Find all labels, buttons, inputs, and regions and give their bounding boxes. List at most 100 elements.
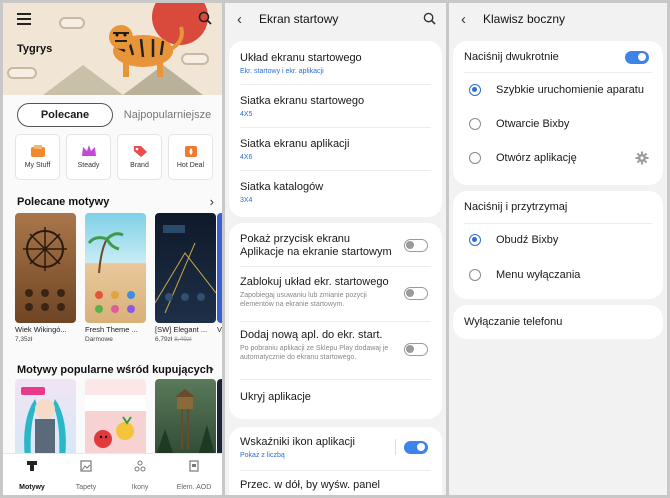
tab-popular[interactable]: Najpopularniejsze	[121, 103, 214, 127]
divider	[464, 72, 652, 73]
wallpaper-icon	[80, 460, 92, 472]
divider	[240, 84, 431, 85]
theme-name: V	[217, 325, 222, 334]
icons-icon	[134, 460, 146, 472]
category-my-stuff[interactable]: My Stuff	[15, 134, 60, 180]
tag-icon	[133, 146, 147, 157]
compass-emblem	[23, 227, 67, 311]
side-key-settings: ‹ Klawisz boczny Naciśnij dwukrotnie Szy…	[449, 3, 667, 495]
anime-character	[21, 387, 66, 459]
search-icon[interactable]	[198, 11, 212, 25]
back-arrow-icon[interactable]: ‹	[461, 12, 466, 27]
divider	[240, 266, 431, 267]
setting-home-grid[interactable]: Siatka ekranu startowego 4X5	[240, 95, 431, 118]
option-quick-camera[interactable]: Szybkie uruchomienie aparatu	[496, 84, 644, 96]
back-arrow-icon[interactable]: ‹	[237, 12, 242, 27]
setting-swipe-down-panel[interactable]: Przec. w dół, by wyśw. panel	[240, 479, 431, 492]
theme-price: Darmowe	[85, 336, 113, 343]
theme-thumbnail[interactable]	[85, 213, 146, 323]
popular-themes-list	[15, 379, 222, 459]
nav-aod[interactable]: Elem. AOD	[167, 460, 221, 494]
lock-layout-toggle[interactable]	[404, 287, 428, 300]
grid-settings-card: Układ ekranu startowego Ekr. startowy i …	[229, 41, 442, 217]
setting-power-off[interactable]: Wyłączanie telefonu	[464, 316, 652, 329]
theme-name: [SW] Elegant ...	[155, 325, 208, 334]
add-new-apps-toggle[interactable]	[404, 343, 428, 356]
theme-thumbnail[interactable]	[15, 213, 76, 323]
themes-icon	[27, 461, 37, 471]
home-screen-settings: ‹ Ekran startowy Układ ekranu startowego…	[225, 3, 446, 495]
divider	[464, 223, 652, 224]
setting-lock-layout[interactable]: Zablokuj układ ekr. startowego Zapobiega…	[240, 276, 392, 309]
setting-apps-grid[interactable]: Siatka ekranu aplikacji 4X6	[240, 138, 431, 161]
app-bar: ‹ Klawisz boczny	[449, 3, 667, 37]
setting-folder-grid[interactable]: Siatka katalogów 3X4	[240, 181, 431, 204]
page-title: Klawisz boczny	[483, 12, 566, 26]
setting-press-hold: Naciśnij i przytrzymaj	[464, 201, 568, 213]
theme-thumbnail[interactable]	[217, 213, 222, 323]
nav-icons[interactable]: Ikony	[113, 460, 167, 494]
page-title: Ekran startowy	[259, 12, 339, 26]
theme-thumbnail[interactable]	[155, 213, 216, 323]
toggles-card: Pokaż przycisk ekranu Aplikacje na ekran…	[229, 223, 442, 419]
beach-scene	[87, 232, 135, 313]
divider	[240, 470, 431, 471]
search-icon[interactable]	[423, 12, 436, 25]
dark-elegant-scene	[155, 225, 216, 314]
nav-wallpapers[interactable]: Tapety	[59, 460, 113, 494]
theme-thumbnail[interactable]	[217, 379, 222, 459]
menu-icon[interactable]	[17, 13, 31, 28]
cloud-decoration	[7, 67, 37, 79]
radio-quick-camera[interactable]	[469, 84, 481, 96]
option-power-menu[interactable]: Menu wyłączania	[496, 269, 580, 281]
divider	[240, 321, 431, 322]
theme-thumbnail[interactable]	[85, 379, 146, 459]
featured-banner[interactable]: Tygrys	[3, 3, 222, 95]
setting-add-new-apps[interactable]: Dodaj nową apl. do ekr. start. Po pobran…	[240, 329, 392, 362]
app-bar: ‹ Ekran startowy	[225, 3, 446, 37]
theme-thumbnail[interactable]	[155, 379, 216, 459]
section-recommended-title: Polecane motywy	[17, 196, 110, 208]
divider	[240, 170, 431, 171]
cloud-decoration	[59, 17, 85, 29]
bottom-navigation: Motywy Tapety Ikony Elem. AOD	[3, 453, 222, 495]
section-popular-title: Motywy popularne wśród kupujących	[17, 364, 213, 376]
setting-apps-button[interactable]: Pokaż przycisk ekranu Aplikacje na ekran…	[240, 233, 392, 259]
divider	[240, 379, 431, 380]
radio-open-bixby[interactable]	[469, 118, 481, 130]
inbox-icon	[30, 145, 45, 157]
fruit-characters	[94, 416, 134, 448]
forest-tower-scene	[155, 389, 216, 459]
theme-thumbnail[interactable]	[15, 379, 76, 459]
themes-screen: Tygrys Polecane Najpopularniejsze My Stu…	[3, 3, 222, 495]
recommended-themes-list: Wiek Wikingó... 7,35zł Fresh Theme ... D…	[15, 213, 222, 353]
category-steady[interactable]: Steady	[66, 134, 111, 180]
setting-home-layout[interactable]: Układ ekranu startowego Ekr. startowy i …	[240, 52, 431, 75]
category-brand[interactable]: Brand	[117, 134, 162, 180]
power-off-card: Wyłączanie telefonu	[453, 305, 663, 339]
radio-wake-bixby[interactable]	[469, 234, 481, 246]
icon-badges-toggle[interactable]	[404, 441, 428, 454]
radio-open-app[interactable]	[469, 152, 481, 164]
chevron-right-icon[interactable]: ›	[210, 194, 214, 209]
option-open-bixby[interactable]: Otwarcie Bixby	[496, 118, 569, 130]
option-wake-bixby[interactable]: Obudź Bixby	[496, 234, 558, 246]
tiger-illustration	[109, 25, 184, 77]
chevron-right-icon[interactable]: ›	[210, 361, 214, 376]
setting-double-press[interactable]: Naciśnij dwukrotnie	[464, 51, 652, 64]
theme-price: 7,35zł	[15, 336, 33, 343]
aod-icon	[189, 460, 199, 472]
tab-recommended[interactable]: Polecane	[17, 103, 113, 127]
theme-price: 6,79zł 8,49zł	[155, 336, 192, 343]
double-press-toggle[interactable]	[625, 51, 649, 64]
option-open-app[interactable]: Otwórz aplikację	[496, 152, 577, 164]
setting-hide-apps[interactable]: Ukryj aplikacje	[240, 391, 431, 404]
category-hot-deal[interactable]: Hot Deal	[168, 134, 213, 180]
category-shortcuts: My Stuff Steady Brand Hot Deal	[15, 134, 222, 180]
press-hold-card: Naciśnij i przytrzymaj Obudź Bixby Menu …	[453, 191, 663, 299]
radio-power-menu[interactable]	[469, 269, 481, 281]
setting-icon-badges[interactable]: Wskaźniki ikon aplikacji Pokaż z liczbą	[240, 436, 386, 459]
apps-button-toggle[interactable]	[404, 239, 428, 252]
nav-themes[interactable]: Motywy	[5, 460, 59, 494]
gear-icon[interactable]	[635, 151, 649, 165]
